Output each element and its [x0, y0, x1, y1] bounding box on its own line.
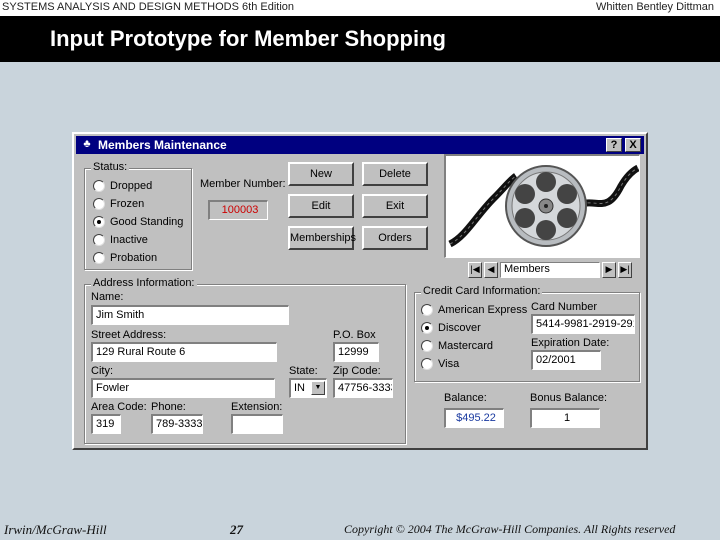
- expiration-date-label: Expiration Date:: [531, 337, 610, 349]
- radio-dot[interactable]: [93, 180, 105, 192]
- authors: Whitten Bentley Dittman: [596, 1, 714, 13]
- street-address-field[interactable]: 129 Rural Route 6: [91, 342, 277, 362]
- credit-card-group: Credit Card Information: American Expres…: [414, 285, 640, 382]
- next-record-icon[interactable]: ▶: [602, 262, 616, 278]
- slide-header: SYSTEMS ANALYSIS AND DESIGN METHODS 6th …: [0, 0, 720, 16]
- expiration-date-field[interactable]: 02/2001: [531, 350, 601, 370]
- city-field[interactable]: Fowler: [91, 378, 275, 398]
- radio-dot[interactable]: [93, 198, 105, 210]
- delete-button[interactable]: Delete: [362, 162, 428, 186]
- state-label: State:: [289, 365, 318, 377]
- film-reel-icon: [448, 164, 640, 248]
- status-option-label: Inactive: [110, 234, 148, 246]
- area-code-label: Area Code:: [91, 401, 147, 413]
- window-title-bar[interactable]: ♣ Members Maintenance ? X: [76, 136, 644, 154]
- card-option-label: Discover: [438, 322, 481, 334]
- bonus-balance-label: Bonus Balance:: [530, 392, 608, 404]
- radio-dot[interactable]: [93, 234, 105, 246]
- page-number: 27: [230, 522, 243, 537]
- zip-code-label: Zip Code:: [333, 365, 381, 377]
- edit-button[interactable]: Edit: [288, 194, 354, 218]
- name-label: Name:: [91, 291, 124, 303]
- zip-code-field[interactable]: 47756-3333: [333, 378, 393, 398]
- first-record-icon[interactable]: |◀: [468, 262, 482, 278]
- last-record-icon[interactable]: ▶|: [618, 262, 632, 278]
- status-option-label: Dropped: [110, 180, 153, 192]
- po-box-label: P.O. Box: [333, 329, 376, 341]
- radio-dot[interactable]: [421, 358, 433, 370]
- radio-dot[interactable]: [93, 252, 105, 264]
- publisher: Irwin/McGraw-Hill: [4, 522, 107, 537]
- card-option-label: American Express: [438, 304, 528, 316]
- bonus-balance-field: 1: [530, 408, 600, 428]
- radio-dot-selected[interactable]: [421, 322, 433, 334]
- state-value: IN: [294, 382, 305, 394]
- area-code-field[interactable]: 319: [91, 414, 121, 434]
- card-option-label: Mastercard: [438, 340, 494, 352]
- extension-label: Extension:: [231, 401, 283, 413]
- previous-record-icon[interactable]: ◀: [484, 262, 498, 278]
- extension-field[interactable]: [231, 414, 283, 434]
- record-navigator-field[interactable]: Members: [500, 262, 600, 278]
- status-option-label: Frozen: [110, 198, 145, 210]
- status-option-label: Good Standing: [110, 216, 184, 228]
- state-dropdown[interactable]: IN ▼: [289, 378, 327, 398]
- member-number-label: Member Number:: [200, 178, 286, 190]
- address-group: Address Information: Name: Jim Smith Str…: [84, 277, 406, 444]
- close-button[interactable]: X: [625, 138, 641, 152]
- credit-card-group-label: Credit Card Information:: [421, 285, 543, 297]
- slide-title: Input Prototype for Member Shopping: [50, 26, 446, 51]
- book-title: SYSTEMS ANALYSIS AND DESIGN METHODS 6th …: [2, 1, 294, 13]
- phone-label: Phone:: [151, 401, 186, 413]
- member-number-field: 100003: [208, 200, 268, 220]
- window-title: Members Maintenance: [98, 138, 227, 152]
- card-number-label: Card Number: [531, 301, 598, 313]
- city-label: City:: [91, 365, 113, 377]
- status-group: Status: Dropped Frozen Good Standing Ina…: [84, 161, 192, 270]
- members-maintenance-window: ♣ Members Maintenance ? X Status: Droppe…: [72, 132, 648, 450]
- phone-field[interactable]: 789-3333: [151, 414, 203, 434]
- member-picture: [444, 154, 640, 258]
- name-field[interactable]: Jim Smith: [91, 305, 289, 325]
- address-group-label: Address Information:: [91, 277, 197, 289]
- card-number-field[interactable]: 5414-9981-2919-2912: [531, 314, 635, 334]
- balance-field: $495.22: [444, 408, 504, 428]
- new-button[interactable]: New: [288, 162, 354, 186]
- orders-button[interactable]: Orders: [362, 226, 428, 250]
- members-app-icon: ♣: [83, 138, 91, 150]
- po-box-field[interactable]: 12999: [333, 342, 379, 362]
- radio-dot[interactable]: [421, 340, 433, 352]
- copyright: Copyright © 2004 The McGraw-Hill Compani…: [344, 522, 676, 536]
- street-address-label: Street Address:: [91, 329, 167, 341]
- card-option-label: Visa: [438, 358, 460, 370]
- memberships-button[interactable]: Memberships: [288, 226, 356, 250]
- radio-dot-selected[interactable]: [93, 216, 105, 228]
- balance-label: Balance:: [444, 392, 487, 404]
- chevron-down-icon[interactable]: ▼: [311, 381, 325, 395]
- exit-button[interactable]: Exit: [362, 194, 428, 218]
- slide-title-bar: Input Prototype for Member Shopping: [0, 16, 720, 62]
- status-option-label: Probation: [110, 252, 158, 264]
- help-button[interactable]: ?: [606, 138, 622, 152]
- status-group-label: Status:: [91, 161, 130, 173]
- radio-dot[interactable]: [421, 304, 433, 316]
